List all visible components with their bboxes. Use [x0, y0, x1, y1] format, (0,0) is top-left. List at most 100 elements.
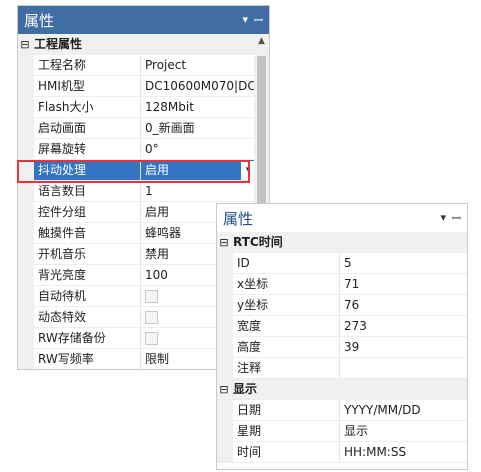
- property-name: 开机音乐: [34, 244, 141, 264]
- property-name: 触摸件音: [34, 223, 141, 243]
- category-label: RTC时间: [233, 235, 283, 249]
- property-row[interactable]: 时间 HH:MM:SS: [217, 442, 467, 463]
- row-gutter: [18, 76, 34, 96]
- property-value-text: YYYY/MM/DD: [344, 403, 421, 417]
- checkbox[interactable]: [145, 311, 158, 324]
- row-gutter: [18, 55, 34, 75]
- property-value-text: 禁用: [145, 247, 170, 261]
- row-gutter: [217, 442, 233, 462]
- property-value-text: 128Mbit: [145, 100, 194, 114]
- row-gutter: [217, 400, 233, 420]
- property-value[interactable]: DC10600M070|DC1: [141, 76, 255, 96]
- category-header[interactable]: ⊟ 工程属性: [18, 34, 255, 55]
- property-value-text: 0°: [145, 142, 159, 156]
- property-value[interactable]: 显示: [340, 421, 467, 441]
- pin-icon[interactable]: ꟷ: [254, 13, 263, 28]
- property-value[interactable]: [340, 358, 467, 378]
- row-gutter: [217, 358, 233, 378]
- property-row[interactable]: ID 5: [217, 253, 467, 274]
- property-row[interactable]: y坐标 76: [217, 295, 467, 316]
- property-row[interactable]: 日期 YYYY/MM/DD: [217, 400, 467, 421]
- property-name: 语言数目: [34, 181, 141, 201]
- property-value-text: DC10600M070|DC1: [145, 79, 255, 93]
- category-header[interactable]: ⊟ 显示: [217, 379, 467, 400]
- property-value[interactable]: HH:MM:SS: [340, 442, 467, 462]
- property-value-text: 限制: [145, 352, 170, 366]
- property-grid: ⊟ RTC时间 ID 5 x坐标 71 y坐标 76 宽度 273 高度 39 注释 ⊟ 显示 日期…: [217, 232, 467, 463]
- property-value-text: Project: [145, 58, 187, 72]
- row-gutter: [18, 307, 34, 327]
- row-gutter: [18, 139, 34, 159]
- row-gutter: [18, 244, 34, 264]
- row-gutter: [18, 328, 34, 348]
- property-name: 注释: [233, 358, 340, 378]
- row-gutter: [18, 286, 34, 306]
- checkbox[interactable]: [145, 332, 158, 345]
- property-name: x坐标: [233, 274, 340, 294]
- property-row[interactable]: 屏幕旋转 0°: [18, 139, 255, 160]
- category-header[interactable]: ⊟ RTC时间: [217, 232, 467, 253]
- property-name: ID: [233, 253, 340, 273]
- property-value-text: HH:MM:SS: [344, 445, 407, 459]
- collapse-icon[interactable]: ⊟: [217, 379, 231, 399]
- property-value[interactable]: 273: [340, 316, 467, 336]
- collapse-icon[interactable]: ⊟: [18, 34, 32, 54]
- property-name: 时间: [233, 442, 340, 462]
- property-value[interactable]: 71: [340, 274, 467, 294]
- property-value[interactable]: 0°: [141, 139, 255, 159]
- property-name: Flash大小: [34, 97, 141, 117]
- property-row[interactable]: Flash大小 128Mbit: [18, 97, 255, 118]
- dropdown-arrow-icon[interactable]: ▾: [441, 211, 447, 226]
- property-value[interactable]: YYYY/MM/DD: [340, 400, 467, 420]
- scroll-up-icon[interactable]: ▲: [254, 36, 269, 50]
- property-name: RW存储备份: [34, 328, 141, 348]
- property-name: 动态特效: [34, 307, 141, 327]
- property-value[interactable]: 1: [141, 181, 255, 201]
- property-value[interactable]: 5: [340, 253, 467, 273]
- property-name: 背光亮度: [34, 265, 141, 285]
- property-name: y坐标: [233, 295, 340, 315]
- row-gutter: [217, 316, 233, 336]
- collapse-icon[interactable]: ⊟: [217, 232, 231, 252]
- property-row[interactable]: 启动画面 0_新画面: [18, 118, 255, 139]
- property-value-text: 39: [344, 340, 360, 354]
- row-gutter: [18, 202, 34, 222]
- property-value[interactable]: 128Mbit: [141, 97, 255, 117]
- property-row[interactable]: 语言数目 1: [18, 181, 255, 202]
- property-row[interactable]: HMI机型 DC10600M070|DC1: [18, 76, 255, 97]
- property-value-text: 启用: [145, 205, 170, 219]
- property-value[interactable]: 39: [340, 337, 467, 357]
- property-value[interactable]: 76: [340, 295, 467, 315]
- panel-title: 属性: [223, 209, 254, 228]
- category-label: 工程属性: [34, 37, 83, 51]
- property-name: 日期: [233, 400, 340, 420]
- property-row[interactable]: 工程名称 Project: [18, 55, 255, 76]
- property-value-text: 71: [344, 277, 360, 291]
- property-value-text: 0_新画面: [145, 121, 195, 135]
- row-gutter: [18, 181, 34, 201]
- property-row[interactable]: 注释: [217, 358, 467, 379]
- properties-panel-rtc: 属性 ▾ ꟷ ⊟ RTC时间 ID 5 x坐标 71 y坐标 76 宽度 273 高度 39 注释 …: [216, 203, 468, 470]
- property-row[interactable]: 星期 显示: [217, 421, 467, 442]
- row-gutter: [18, 223, 34, 243]
- checkbox[interactable]: [145, 290, 158, 303]
- property-name: 自动待机: [34, 286, 141, 306]
- property-name: 宽度: [233, 316, 340, 336]
- pin-icon[interactable]: ꟷ: [452, 211, 461, 226]
- row-gutter: [217, 421, 233, 441]
- property-value-text: 5: [344, 256, 352, 270]
- panel-titlebar: 属性 ▾ ꟷ: [217, 204, 467, 232]
- property-row[interactable]: 宽度 273: [217, 316, 467, 337]
- property-value-text: 蜂鸣器: [145, 226, 182, 240]
- row-gutter: [18, 265, 34, 285]
- property-row[interactable]: 高度 39: [217, 337, 467, 358]
- property-value[interactable]: Project: [141, 55, 255, 75]
- row-gutter: [217, 274, 233, 294]
- dropdown-arrow-icon[interactable]: ▾: [243, 13, 249, 28]
- property-row[interactable]: x坐标 71: [217, 274, 467, 295]
- row-gutter: [18, 349, 34, 369]
- property-value[interactable]: 0_新画面: [141, 118, 255, 138]
- property-name: 屏幕旋转: [34, 139, 141, 159]
- highlight-box: [17, 160, 250, 183]
- row-gutter: [217, 295, 233, 315]
